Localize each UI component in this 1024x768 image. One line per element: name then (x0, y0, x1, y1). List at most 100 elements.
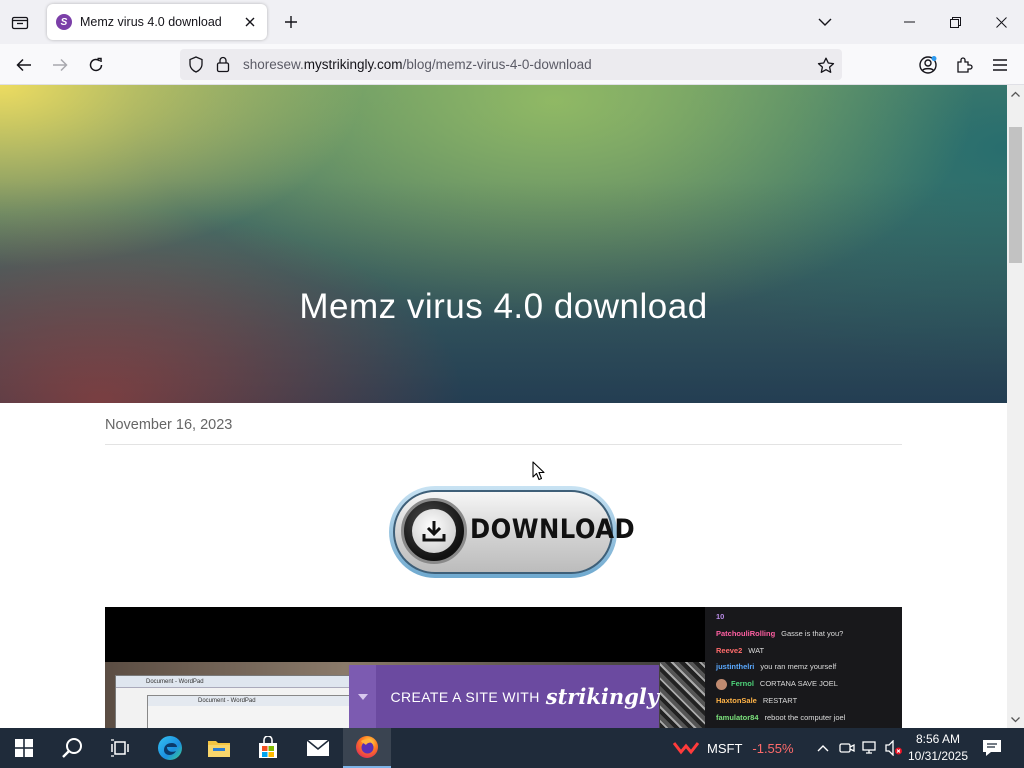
post-date: November 16, 2023 (105, 417, 233, 433)
account-button[interactable] (913, 50, 943, 80)
page-content: Memz virus 4.0 download November 16, 202… (0, 85, 1007, 728)
edge-taskbar-button[interactable] (146, 728, 194, 768)
notifications-button[interactable] (980, 736, 1004, 760)
site-info-button[interactable] (216, 56, 230, 78)
account-icon (919, 56, 937, 74)
download-disc (401, 498, 467, 564)
meet-now-button[interactable] (837, 738, 857, 758)
chat-text: you ran memz yourself (760, 662, 837, 672)
strikingly-logo: strikingly (545, 684, 659, 709)
system-clock[interactable]: 8:56 AM 10/31/2025 (903, 731, 973, 765)
lock-icon (216, 56, 230, 73)
scrollbar-thumb[interactable] (1009, 127, 1022, 263)
taskbar: MSFT -1.55% 8:56 AM 10/31/2025 (0, 728, 1024, 768)
chat-message: famulator84 reboot the computer joel (716, 710, 902, 727)
avatar (716, 678, 727, 690)
navigation-toolbar: shoresew.mystrikingly.com/blog/memz-viru… (0, 44, 1024, 85)
tab-close-button[interactable] (241, 13, 259, 31)
chevron-down-icon (1011, 716, 1020, 722)
chat-username: Reeve2 (716, 645, 743, 655)
close-icon (245, 17, 255, 27)
firefox-icon (356, 736, 378, 758)
reload-button[interactable] (81, 50, 111, 80)
vertical-scrollbar[interactable] (1007, 85, 1024, 728)
page-title: Memz virus 4.0 download (299, 287, 708, 326)
chat-username: HaxtonSale (716, 695, 757, 705)
collapse-promo-button[interactable] (349, 665, 377, 728)
close-window-button[interactable] (978, 0, 1024, 44)
shield-icon (189, 56, 203, 73)
star-icon (817, 57, 835, 73)
chevron-up-icon (1011, 91, 1020, 97)
forward-arrow-icon (53, 58, 68, 72)
stock-chart-icon (673, 742, 699, 755)
video-glitch (660, 662, 705, 728)
download-label: DOWNLOAD (470, 514, 636, 545)
notification-icon (983, 740, 1001, 756)
download-button[interactable]: DOWNLOAD (389, 486, 635, 578)
tracking-protection-button[interactable] (188, 56, 204, 78)
chat-message: Fernol CORTANA SAVE JOEL (716, 676, 902, 693)
video-window-title: Document - WordPad (116, 676, 354, 688)
task-view-button[interactable] (96, 728, 144, 768)
url-text[interactable]: shoresew.mystrikingly.com/blog/memz-viru… (243, 57, 592, 72)
store-taskbar-button[interactable] (244, 728, 292, 768)
extensions-button[interactable] (949, 50, 979, 80)
scroll-up-button[interactable] (1007, 85, 1024, 102)
tab-active[interactable]: S Memz virus 4.0 download (47, 4, 267, 40)
url-prefix: shoresew. (243, 57, 304, 72)
restore-button[interactable] (932, 0, 978, 44)
reload-icon (89, 57, 103, 72)
minimize-icon (903, 21, 915, 23)
chat-message: Reeve2 WAT (716, 643, 902, 660)
address-bar[interactable]: shoresew.mystrikingly.com/blog/memz-viru… (180, 49, 842, 80)
promo-text: CREATE A SITE WITH (390, 688, 540, 705)
network-icon (862, 741, 876, 754)
stream-chat: 10 PatchouliRolling Gasse is that you? Reev… (705, 607, 902, 728)
tab-list-icon (11, 16, 29, 30)
strikingly-promo-bar[interactable]: CREATE A SITE WITH strikingly (349, 665, 659, 728)
tab-list-button[interactable] (6, 8, 34, 36)
download-icon (422, 521, 446, 542)
forward-button[interactable] (45, 50, 75, 80)
app-menu-button[interactable] (985, 50, 1015, 80)
list-all-tabs-button[interactable] (812, 9, 838, 35)
new-tab-button[interactable] (278, 9, 304, 35)
windows-start-icon (15, 739, 33, 757)
stock-symbol: MSFT (707, 740, 743, 756)
chat-text: WAT (748, 645, 765, 655)
chat-message: justinthelri you ran memz yourself (716, 659, 902, 676)
network-button[interactable] (861, 738, 881, 758)
download-disc-core (412, 509, 456, 553)
strikingly-favicon-icon: S (56, 14, 72, 30)
plus-icon (285, 16, 297, 28)
hero-shade (0, 85, 1007, 403)
minimize-button[interactable] (886, 0, 932, 44)
url-host: mystrikingly.com (303, 57, 403, 72)
scroll-down-button[interactable] (1007, 711, 1024, 728)
volume-button[interactable] (884, 738, 904, 758)
firefox-taskbar-button[interactable] (343, 728, 391, 768)
store-icon (259, 736, 277, 758)
mail-taskbar-button[interactable] (294, 728, 342, 768)
chat-text: Gasse is that you? (781, 628, 844, 638)
back-button[interactable] (9, 50, 39, 80)
video-window-title: Document - WordPad (148, 696, 356, 706)
search-icon (62, 738, 82, 758)
puzzle-icon (957, 57, 973, 73)
chat-message: PatchouliRolling Gasse is that you? (716, 626, 902, 643)
show-hidden-icons-button[interactable] (813, 738, 833, 758)
bookmark-button[interactable] (816, 55, 836, 75)
back-arrow-icon (16, 58, 31, 72)
search-button[interactable] (48, 728, 96, 768)
camera-icon (839, 743, 855, 753)
url-path: /blog/memz-virus-4-0-download (402, 57, 592, 72)
clock-date: 10/31/2025 (907, 749, 969, 763)
file-explorer-taskbar-button[interactable] (195, 728, 243, 768)
chevron-up-icon (817, 745, 829, 752)
start-button[interactable] (0, 728, 48, 768)
mail-icon (306, 739, 330, 756)
hero-banner: Memz virus 4.0 download (0, 85, 1007, 403)
stock-change: -1.55% (752, 740, 794, 756)
stock-widget[interactable]: MSFT -1.55% (673, 728, 794, 768)
